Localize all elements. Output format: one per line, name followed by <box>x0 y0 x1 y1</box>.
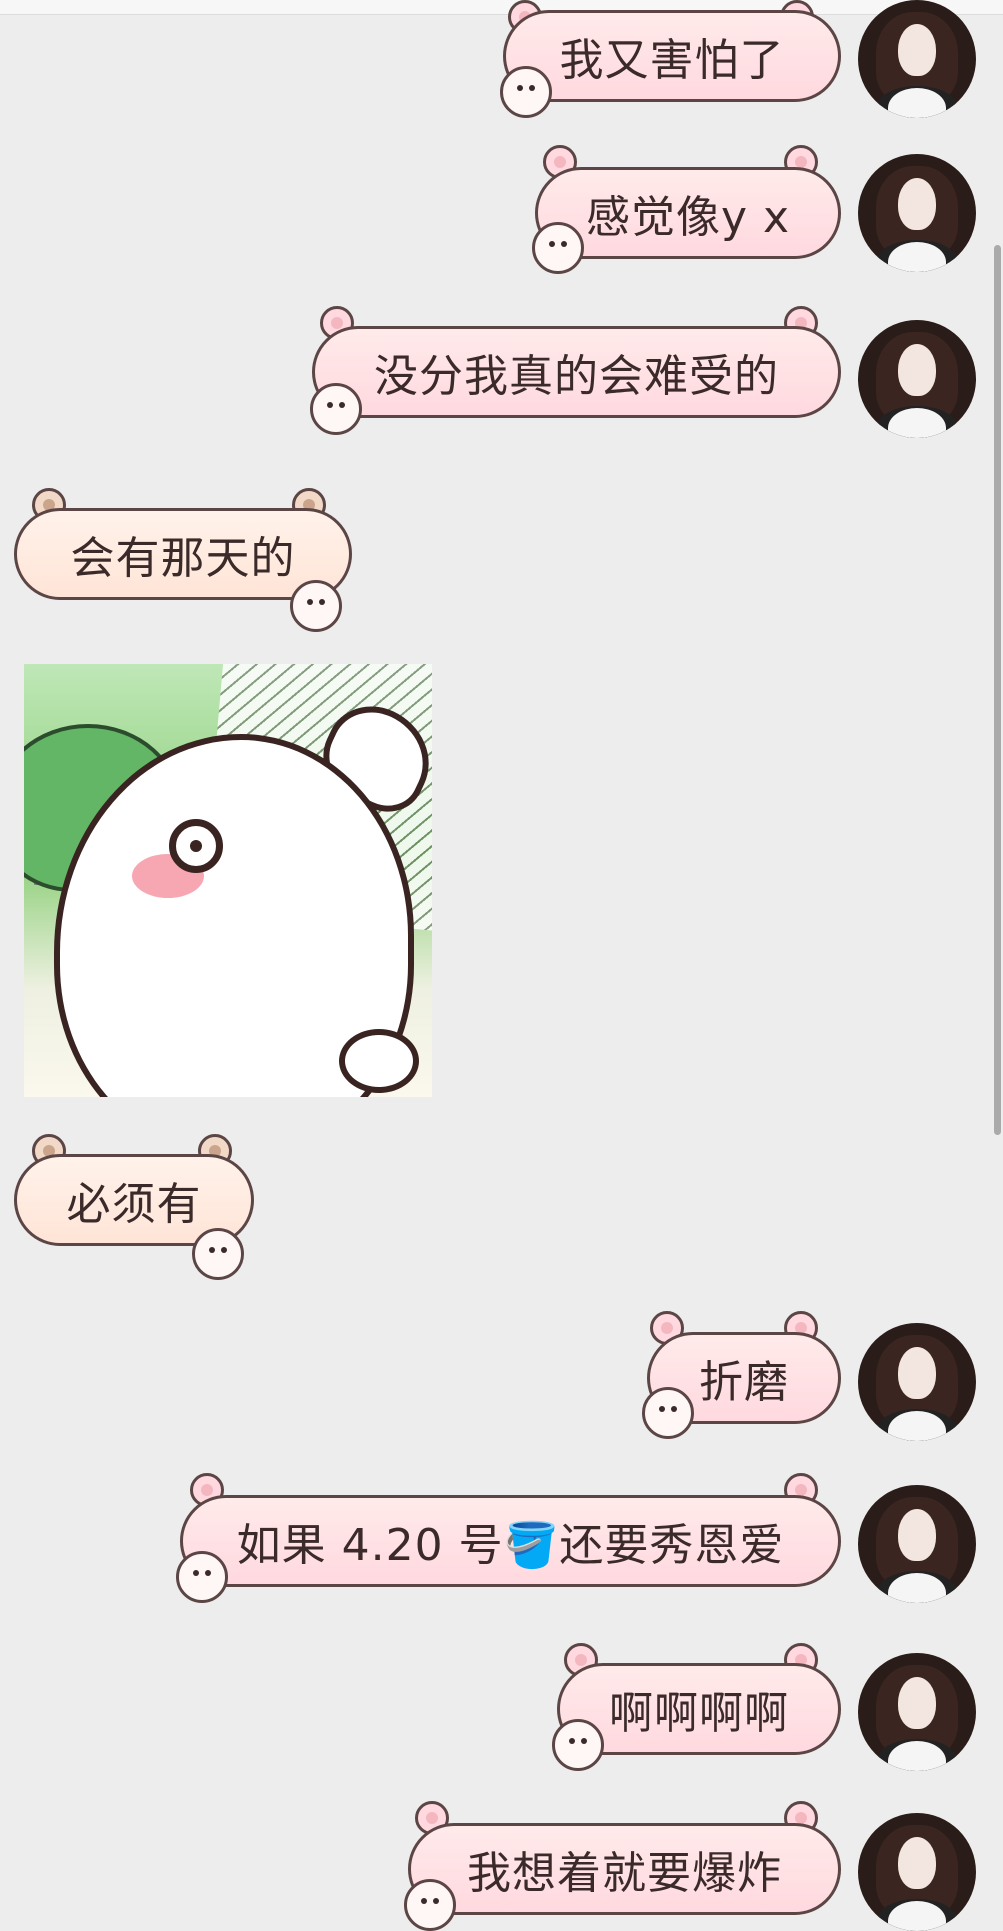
message-bubble[interactable]: 如果 4.20 号🪣还要秀恩爱 <box>180 1495 841 1587</box>
avatar[interactable] <box>858 320 976 438</box>
avatar[interactable] <box>858 1813 976 1931</box>
message-row: 我又害怕了 <box>0 0 1003 120</box>
message-text: 会有那天的 <box>70 533 296 584</box>
message-bubble[interactable]: 没分我真的会难受的 <box>312 326 841 418</box>
bubble-sticker-icon <box>642 1387 694 1439</box>
avatar-face <box>898 1837 936 1889</box>
avatar-face <box>898 1347 936 1399</box>
message-row: 啊啊啊啊 <box>0 1637 1003 1787</box>
message-text: 必须有 <box>66 1179 202 1230</box>
message-row: 折磨 <box>0 1305 1003 1455</box>
avatar[interactable] <box>858 1323 976 1441</box>
bubble-sticker-icon <box>552 1719 604 1771</box>
bubble-sticker-icon <box>404 1879 456 1931</box>
avatar[interactable] <box>858 154 976 272</box>
avatar-face <box>898 178 936 230</box>
message-text: 我想着就要爆炸 <box>467 1848 782 1899</box>
bubble-sticker-icon <box>290 580 342 632</box>
message-bubble[interactable]: 我想着就要爆炸 <box>408 1823 841 1915</box>
bubble-sticker-icon <box>192 1228 244 1280</box>
avatar-face <box>898 1509 936 1561</box>
message-text: 折磨 <box>699 1357 789 1408</box>
bubble-sticker-icon <box>532 222 584 274</box>
image-creature-pupil <box>190 840 202 852</box>
bubble-sticker-icon <box>176 1551 228 1603</box>
message-row: 没分我真的会难受的 <box>0 300 1003 450</box>
avatar-face <box>898 1677 936 1729</box>
avatar[interactable] <box>858 0 976 118</box>
message-row: 我想着就要爆炸 <box>0 1795 1003 1931</box>
message-row: 感觉像y x <box>0 140 1003 280</box>
scrollbar[interactable] <box>994 245 1001 1135</box>
avatar[interactable] <box>858 1485 976 1603</box>
image-creature-eye <box>169 819 223 873</box>
image-creature-hand <box>339 1029 419 1093</box>
message-text: 如果 4.20 号🪣还要秀恩爱 <box>236 1520 785 1571</box>
message-text: 没分我真的会难受的 <box>374 351 779 402</box>
bubble-sticker-icon <box>500 66 552 118</box>
avatar[interactable] <box>858 1653 976 1771</box>
message-row: 会有那天的 <box>0 480 1003 640</box>
message-row: 必须有 <box>0 1128 1003 1280</box>
message-bubble[interactable]: 我又害怕了 <box>503 10 841 102</box>
message-text: 感觉像y x <box>585 192 791 243</box>
avatar-face <box>898 24 936 76</box>
message-text: 啊啊啊啊 <box>609 1688 789 1739</box>
avatar-face <box>898 344 936 396</box>
message-text: 我又害怕了 <box>559 35 785 86</box>
message-row: 如果 4.20 号🪣还要秀恩爱 <box>0 1467 1003 1637</box>
image-message[interactable] <box>24 664 432 1097</box>
bubble-sticker-icon <box>310 383 362 435</box>
